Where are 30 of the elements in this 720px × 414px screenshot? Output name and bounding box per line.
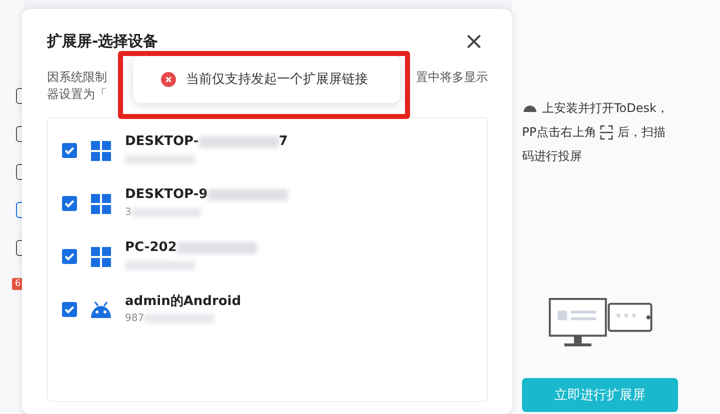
windows-icon [91, 140, 111, 160]
close-button[interactable]: × [460, 29, 488, 53]
windows-icon [91, 194, 111, 214]
instruction-text: 上安装并打开ToDesk， [542, 100, 668, 116]
checkbox[interactable] [62, 249, 77, 264]
instruction-text: 码进行投屏 [522, 148, 582, 164]
device-name: DESKTOP-9 [125, 187, 208, 202]
toast-text: 当前仅支持发起一个扩展屏链接 [186, 71, 368, 88]
instruction-text: 后，扫描 [617, 124, 666, 140]
description-text: 器设置为「 [47, 86, 107, 103]
description-text: 因系统限制 [47, 69, 107, 86]
checkbox[interactable] [62, 143, 77, 158]
checkbox[interactable] [62, 196, 77, 211]
windows-icon [91, 246, 111, 266]
device-id: 987 [125, 313, 144, 324]
blurred-text [125, 261, 195, 270]
instruction-text: PP点击右上角 [522, 124, 596, 140]
device-name: 7 [278, 134, 288, 149]
device-name: PC-202 [125, 240, 177, 255]
device-id: 3 [125, 207, 132, 218]
error-icon [161, 72, 176, 86]
checkbox[interactable] [62, 302, 77, 317]
device-name: admin的Android [125, 292, 242, 310]
blurred-text [125, 155, 195, 164]
device-name: DESKTOP- [125, 134, 199, 149]
blurred-text [144, 314, 214, 323]
blurred-text [131, 208, 202, 217]
dialog-title: 扩展屏-选择设备 [47, 32, 158, 50]
scan-icon [600, 124, 614, 140]
description-text: 置中将多显示 [416, 69, 488, 86]
